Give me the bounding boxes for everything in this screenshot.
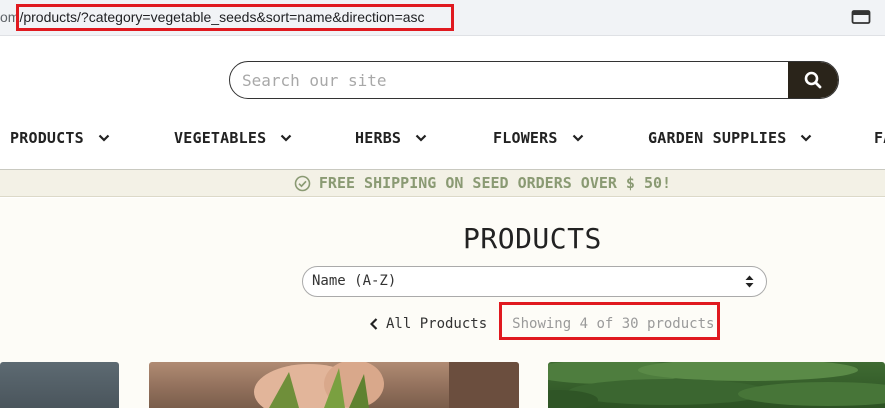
chevron-down-icon — [415, 134, 427, 142]
reader-mode-icon[interactable] — [851, 9, 871, 25]
nav-item-garden-supplies[interactable]: GARDEN SUPPLIES — [648, 129, 812, 147]
hand-with-greens-image — [254, 362, 519, 408]
cucumbers-image — [548, 362, 885, 408]
chevron-down-icon — [98, 134, 110, 142]
shipping-banner: FREE SHIPPING ON SEED ORDERS OVER $ 50! — [0, 170, 885, 197]
shipping-banner-text: FREE SHIPPING ON SEED ORDERS OVER $ 50! — [318, 174, 672, 192]
results-count-highlight-box — [499, 302, 720, 340]
products-main: PRODUCTS Name (A-Z) All Products Showing… — [0, 198, 885, 408]
nav-item-products[interactable]: PRODUCTS — [10, 129, 110, 147]
search-input[interactable] — [230, 62, 790, 98]
nav-item-vegetables[interactable]: VEGETABLES — [174, 129, 292, 147]
sort-selected-value: Name (A-Z) — [312, 273, 397, 289]
chevron-down-icon — [801, 134, 812, 142]
nav-label: FA — [874, 129, 885, 147]
search-bar — [229, 61, 839, 99]
chevron-left-icon — [370, 318, 378, 330]
product-card-image[interactable] — [149, 362, 519, 408]
nav-label: FLOWERS — [493, 129, 558, 147]
sort-select[interactable]: Name (A-Z) — [302, 266, 767, 297]
search-icon — [804, 71, 822, 89]
nav-item-more[interactable]: FA — [874, 129, 885, 147]
chevron-down-icon — [281, 134, 292, 142]
product-card-image[interactable] — [548, 362, 885, 408]
nav-label: GARDEN SUPPLIES — [648, 129, 787, 147]
page-title: PRODUCTS — [463, 222, 602, 255]
search-button[interactable] — [788, 62, 838, 98]
chevron-down-icon — [572, 134, 583, 142]
url-highlight-box — [16, 4, 454, 31]
nav-item-herbs[interactable]: HERBS — [355, 129, 427, 147]
check-circle-icon — [294, 175, 311, 191]
site-header: PRODUCTS VEGETABLES HERBS FLOWERS GARDEN… — [0, 37, 885, 170]
select-arrows-icon — [745, 275, 754, 288]
nav-label: HERBS — [355, 129, 402, 147]
all-products-link[interactable]: All Products — [370, 316, 487, 332]
all-products-label: All Products — [386, 316, 488, 332]
nav-label: PRODUCTS — [10, 129, 84, 147]
nav-item-flowers[interactable]: FLOWERS — [493, 129, 584, 147]
nav-label: VEGETABLES — [174, 129, 267, 147]
product-card-image[interactable] — [0, 362, 119, 408]
browser-url-bar[interactable]: om/products/?category=vegetable_seeds&so… — [0, 0, 885, 36]
main-nav: PRODUCTS VEGETABLES HERBS FLOWERS GARDEN… — [0, 129, 885, 153]
